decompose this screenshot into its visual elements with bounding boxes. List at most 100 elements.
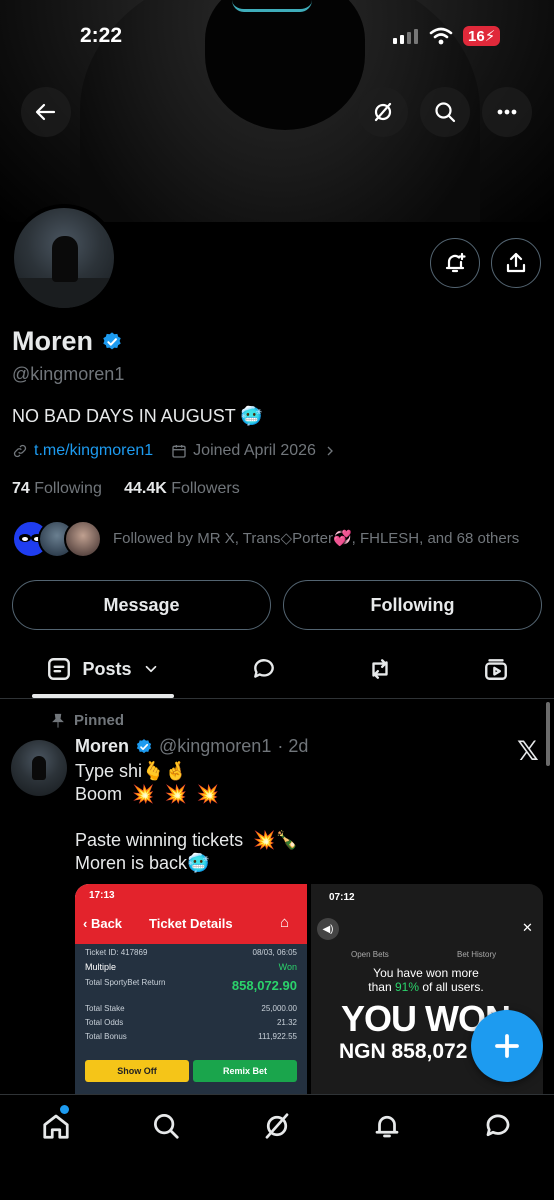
media2-won-text: You have won more than 91% of all users. <box>368 966 484 994</box>
post-text: Type shi🫰🤞 Boom 💥 💥 💥 Paste winning tick… <box>75 761 298 873</box>
signal-icon <box>393 29 418 44</box>
bell-plus-icon <box>445 252 466 273</box>
post-author-handle[interactable]: @kingmoren1 <box>159 736 271 757</box>
nav-grok[interactable] <box>260 1109 294 1143</box>
share-button[interactable] <box>491 238 541 288</box>
scrollbar[interactable] <box>546 702 550 766</box>
profile-name-row: Moren <box>12 326 123 357</box>
message-button[interactable]: Message <box>12 580 271 630</box>
compose-post-button[interactable] <box>471 1010 543 1082</box>
grok-button[interactable] <box>358 87 408 137</box>
media2-amount: NGN 858,072 <box>339 1040 468 1063</box>
tab-posts[interactable]: Posts <box>32 640 174 698</box>
followed-by-avatars[interactable] <box>12 520 102 560</box>
more-horizontal-icon <box>497 109 517 115</box>
home-icon <box>43 1114 69 1139</box>
banner-neon-accent <box>232 0 312 12</box>
tab-replies[interactable] <box>240 640 288 698</box>
media1-body: Ticket ID: 417869 08/03, 06:05 Multiple Wo… <box>75 944 307 1094</box>
following-count-link[interactable]: 74 Following <box>12 480 102 497</box>
repost-icon <box>372 659 388 679</box>
followed-by-text[interactable]: Followed by MR X, Trans◇Porter💞, FHLESH,… <box>113 529 553 547</box>
media1-row-stake: Total Stake 25,000.00 <box>85 1004 297 1013</box>
media1-remix-button: Remix Bet <box>193 1060 297 1082</box>
x-logo-icon: 𝕏 <box>517 736 539 766</box>
media1-time: 17:13 <box>89 890 115 901</box>
nav-home[interactable] <box>39 1109 73 1143</box>
plus-icon <box>495 1034 519 1058</box>
calendar-icon <box>172 445 186 458</box>
profile-link[interactable]: t.me/kingmoren1 <box>34 442 153 460</box>
media1-title: Ticket Details <box>149 916 233 931</box>
tab-reposts[interactable] <box>356 640 404 698</box>
status-time: 2:22 <box>80 24 123 47</box>
avatar-ground <box>14 278 114 308</box>
media2-volume-icon[interactable]: ◀) <box>317 918 339 940</box>
reply-icon <box>254 659 274 678</box>
avatar-figure <box>52 236 78 282</box>
tabs-divider <box>0 698 554 699</box>
profile-avatar[interactable] <box>10 204 118 312</box>
chat-bubble-icon <box>486 1114 510 1137</box>
tab-videos[interactable] <box>472 640 520 698</box>
follower-avatar-3 <box>64 520 102 558</box>
status-icons: 16⚡ <box>393 26 501 46</box>
share-icon <box>506 252 526 273</box>
media1-row-multiple: Multiple Won <box>85 962 297 972</box>
more-button[interactable] <box>482 87 532 137</box>
nav-messages[interactable] <box>481 1109 515 1143</box>
media1-header: 17:13 ‹ Back Ticket Details ⌂ <box>75 884 307 944</box>
pin-icon <box>52 713 64 728</box>
posts-icon <box>48 658 71 680</box>
nav-notifications[interactable] <box>370 1109 404 1143</box>
nav-search[interactable] <box>149 1109 183 1143</box>
search-icon <box>154 1114 179 1139</box>
media1-row-return: Total SportyBet Return 858,072.90 <box>85 978 297 993</box>
media2-tabs: Open Bets Bet History <box>351 950 497 959</box>
back-button[interactable] <box>21 87 71 137</box>
media1-row-bonus: Total Bonus 111,922.55 <box>85 1032 297 1041</box>
search-button[interactable] <box>420 87 470 137</box>
pinned-label: Pinned <box>74 712 125 729</box>
grok-icon <box>265 1113 289 1139</box>
bottom-navigation <box>0 1094 554 1200</box>
followers-count-link[interactable]: 44.4K Followers <box>124 480 240 497</box>
verified-badge-icon[interactable] <box>101 331 123 353</box>
post-header: Moren @kingmoren1 · 2d <box>75 736 308 757</box>
link-icon <box>13 444 27 458</box>
media2-close-icon[interactable]: ✕ <box>522 920 533 936</box>
following-button[interactable]: Following <box>283 580 542 630</box>
post-author-avatar[interactable] <box>11 740 67 796</box>
follow-counts: 74 Following 44.4K Followers <box>12 480 240 498</box>
joined-date[interactable]: Joined April 2026 <box>193 442 316 460</box>
grok-icon <box>374 102 392 122</box>
post-author-name[interactable]: Moren <box>75 736 129 757</box>
media1-row-odds: Total Odds 21.32 <box>85 1018 297 1027</box>
arrow-left-icon <box>35 103 56 121</box>
home-notification-dot <box>60 1105 69 1114</box>
media1-show-off-button: Show Off <box>85 1060 189 1082</box>
profile-name: Moren <box>12 326 93 356</box>
profile-tabs: Posts <box>0 640 554 698</box>
chevron-right-icon[interactable] <box>322 443 338 459</box>
post-time: · 2d <box>277 736 309 756</box>
post-verified-badge-icon <box>136 738 152 753</box>
notify-button[interactable] <box>430 238 480 288</box>
media1-row-ticket: Ticket ID: 417869 08/03, 06:05 <box>85 948 297 957</box>
pinned-indicator: Pinned <box>50 712 124 729</box>
post-avatar-figure <box>32 756 46 780</box>
tab-posts-label: Posts <box>82 658 132 679</box>
media2-time: 07:12 <box>329 892 355 903</box>
search-icon <box>435 102 456 123</box>
chevron-down-icon <box>145 665 156 673</box>
wifi-icon <box>429 27 453 45</box>
media1-back: ‹ Back <box>83 916 123 931</box>
media1-home-icon: ⌂ <box>280 914 290 931</box>
post-media-1[interactable]: 17:13 ‹ Back Ticket Details ⌂ Ticket ID:… <box>75 884 307 1094</box>
profile-bio: NO BAD DAYS IN AUGUST 🥶 <box>12 406 263 426</box>
profile-handle: @kingmoren1 <box>12 364 125 384</box>
profile-meta: t.me/kingmoren1 Joined April 2026 <box>12 442 338 460</box>
battery-indicator: 16⚡ <box>463 26 501 46</box>
video-icon <box>485 659 507 680</box>
bell-icon <box>375 1115 399 1138</box>
